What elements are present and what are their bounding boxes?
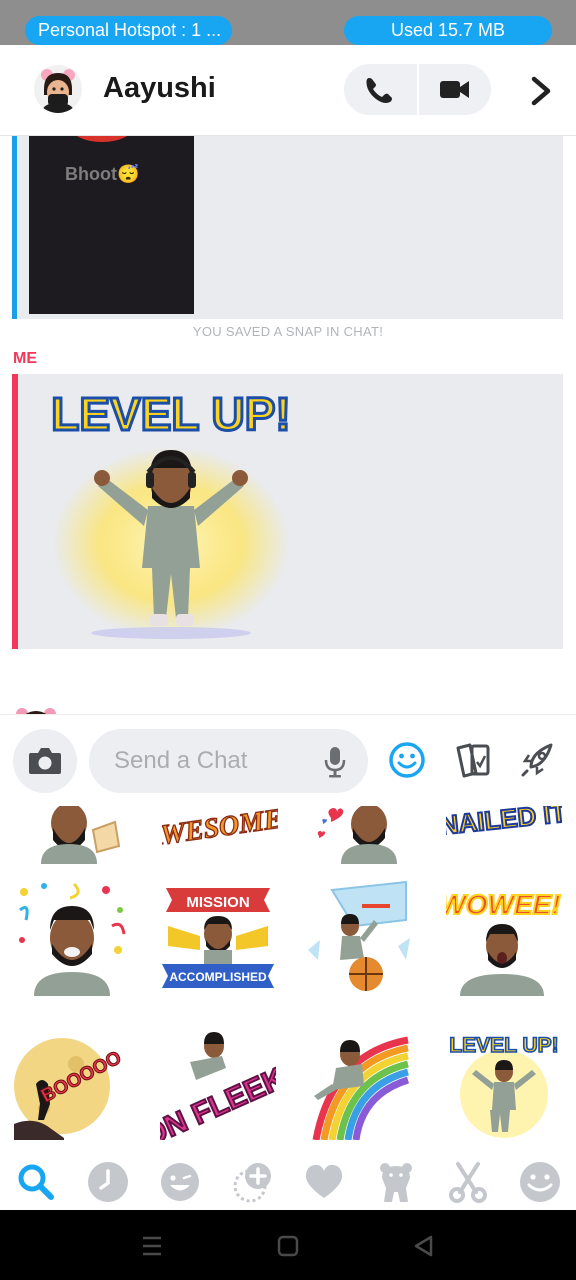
sticker-mission-accomplished[interactable]: MISSION ACCOMPLISHED xyxy=(160,880,276,996)
sender-label: ME xyxy=(13,350,37,367)
camera-icon xyxy=(29,748,61,774)
chevron-right-icon[interactable] xyxy=(524,69,560,113)
hotspot-pill[interactable]: Personal Hotspot : 1 ... xyxy=(25,16,232,45)
snapchat-chat-screen: Personal Hotspot : 1 ... Used 15.7 MB Aa… xyxy=(0,0,576,1280)
chat-header: Aayushi xyxy=(0,45,576,136)
chat-input-bar xyxy=(0,714,576,806)
my-message-bar xyxy=(12,374,18,649)
level-up-text: LEVEL UP! xyxy=(51,388,290,440)
svg-text:ACCOMPLISHED: ACCOMPLISHED xyxy=(169,970,267,984)
svg-text:LEVEL UP!: LEVEL UP! xyxy=(449,1034,558,1057)
sticker-rainbow-slide[interactable] xyxy=(302,1024,418,1141)
sticker-category-tabs xyxy=(0,1152,576,1210)
cards-icon xyxy=(456,743,490,778)
smiley-icon[interactable] xyxy=(158,1160,202,1204)
sticker-heart-blow[interactable] xyxy=(305,806,421,864)
smiley-icon xyxy=(389,742,425,778)
camera-button[interactable] xyxy=(13,729,77,793)
system-navigation-bar xyxy=(0,1210,576,1280)
video-call-button[interactable] xyxy=(419,64,491,115)
sticker-on-fleek[interactable]: ON FLEEK xyxy=(137,1024,291,1152)
svg-text:NAILED IT: NAILED IT xyxy=(446,806,562,841)
contact-name[interactable]: Aayushi xyxy=(103,72,216,105)
sticker-picker[interactable]: AWESOME! NAILED IT MISSION ACCOMPLISHED … xyxy=(0,806,576,1152)
cards-button[interactable] xyxy=(450,740,494,780)
friendmoji-icon[interactable] xyxy=(230,1160,274,1204)
svg-text:AWESOME!: AWESOME! xyxy=(162,806,278,854)
sticker-sandwich[interactable] xyxy=(31,806,147,864)
sticker-level-up-small[interactable]: LEVEL UP! xyxy=(446,1024,562,1140)
status-bar: Personal Hotspot : 1 ... Used 15.7 MB xyxy=(0,0,576,45)
svg-text:WOWEE!: WOWEE! xyxy=(446,889,561,920)
svg-text:ON FLEEK: ON FLEEK xyxy=(160,1061,276,1140)
scissors-icon[interactable] xyxy=(446,1160,490,1204)
friend-message-bar xyxy=(12,136,17,319)
sticker-emoji-button[interactable] xyxy=(387,740,427,780)
snap-red-shape xyxy=(69,136,135,142)
video-camera-icon xyxy=(440,81,469,98)
sticker-wowee[interactable]: WOWEE! xyxy=(438,880,562,996)
bear-icon[interactable] xyxy=(374,1160,418,1204)
level-up-sticker[interactable]: LEVEL UP! xyxy=(36,378,310,644)
svg-text:MISSION: MISSION xyxy=(186,894,249,911)
phone-call-button[interactable] xyxy=(344,64,417,115)
home-icon[interactable] xyxy=(274,1233,302,1259)
microphone-icon[interactable] xyxy=(322,745,348,779)
friend-avatar-peek xyxy=(8,700,64,714)
emoji-icon[interactable] xyxy=(518,1160,562,1204)
sticker-boo[interactable]: BOOOOO xyxy=(14,1024,130,1140)
data-usage-pill[interactable]: Used 15.7 MB xyxy=(344,16,552,45)
sticker-basketball-dunk[interactable] xyxy=(302,880,418,996)
my-sticker-message: LEVEL UP! xyxy=(12,374,563,649)
heart-icon[interactable] xyxy=(302,1160,346,1204)
sticker-confetti[interactable] xyxy=(14,880,130,996)
sticker-awesome[interactable]: AWESOME! xyxy=(140,806,296,864)
rocket-icon xyxy=(521,743,553,777)
snap-caption: Bhoot😴 xyxy=(65,164,140,184)
chat-messages[interactable]: Bhoot😴 YOU SAVED A SNAP IN CHAT! ME LEVE… xyxy=(0,136,576,714)
recent-clock-icon[interactable] xyxy=(86,1160,130,1204)
friend-snap-message: Bhoot😴 xyxy=(12,136,563,319)
sticker-nailed-it[interactable]: NAILED IT xyxy=(437,806,569,864)
saved-snap-image[interactable]: Bhoot😴 xyxy=(29,136,194,314)
call-button-group xyxy=(344,64,491,115)
rocket-button[interactable] xyxy=(517,739,559,781)
search-icon[interactable] xyxy=(14,1160,58,1204)
menu-icon[interactable] xyxy=(138,1233,166,1259)
saved-snap-notice: YOU SAVED A SNAP IN CHAT! xyxy=(192,324,384,339)
phone-icon xyxy=(366,78,392,103)
contact-avatar[interactable] xyxy=(34,65,82,113)
back-icon[interactable] xyxy=(410,1233,438,1259)
